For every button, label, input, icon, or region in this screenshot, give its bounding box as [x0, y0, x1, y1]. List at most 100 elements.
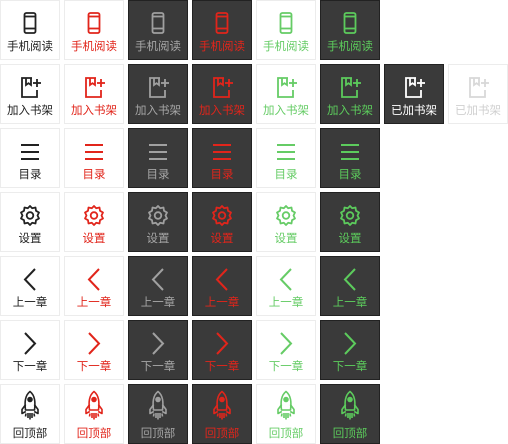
- chevron-right-icon: [81, 331, 107, 357]
- add-bookshelf-button-red-dark[interactable]: 加入书架: [192, 64, 252, 124]
- added-bookshelf-label: 已加书架: [455, 103, 501, 117]
- back-to-top-button-green-dark[interactable]: 回顶部: [320, 384, 380, 444]
- back-to-top-label: 回顶部: [140, 426, 176, 440]
- add-bookshelf-button-green[interactable]: 加入书架: [256, 64, 316, 124]
- catalog-label: 目录: [210, 167, 234, 181]
- phone-read-label: 手机阅读: [135, 39, 181, 53]
- prev-chapter-button-green[interactable]: 上一章: [256, 256, 316, 316]
- prev-chapter-label: 上一章: [268, 295, 304, 309]
- add-bookshelf-button-gray-dark[interactable]: 加入书架: [128, 64, 188, 124]
- back-to-top-label: 回顶部: [12, 426, 48, 440]
- phone-read-button-red[interactable]: 手机阅读: [64, 0, 124, 60]
- next-chapter-button-green-dark[interactable]: 下一章: [320, 320, 380, 380]
- next-chapter-label: 下一章: [268, 359, 304, 373]
- next-chapter-label: 下一章: [204, 359, 240, 373]
- next-chapter-button-green[interactable]: 下一章: [256, 320, 316, 380]
- settings-button-green[interactable]: 设置: [256, 192, 316, 252]
- gear-icon: [17, 203, 43, 229]
- chevron-right-icon: [17, 331, 43, 357]
- phone-read-label: 手机阅读: [199, 39, 245, 53]
- chevron-left-icon: [273, 267, 299, 293]
- catalog-button-black[interactable]: 目录: [0, 128, 60, 188]
- back-to-top-button-black[interactable]: 回顶部: [0, 384, 60, 444]
- prev-chapter-button-gray-dark[interactable]: 上一章: [128, 256, 188, 316]
- catalog-button-red[interactable]: 目录: [64, 128, 124, 188]
- back-to-top-button-gray-dark[interactable]: 回顶部: [128, 384, 188, 444]
- rocket-icon: [273, 390, 299, 422]
- gear-icon: [273, 203, 299, 229]
- add-bookshelf-icon: [81, 75, 107, 101]
- back-to-top-label: 回顶部: [76, 426, 112, 440]
- added-bookshelf-button-disabled: 已加书架: [448, 64, 508, 124]
- catalog-label: 目录: [18, 167, 42, 181]
- add-bookshelf-label: 加入书架: [71, 103, 117, 117]
- prev-chapter-button-green-dark[interactable]: 上一章: [320, 256, 380, 316]
- catalog-button-green-dark[interactable]: 目录: [320, 128, 380, 188]
- back-to-top-button-red[interactable]: 回顶部: [64, 384, 124, 444]
- phone-read-button-green-dark[interactable]: 手机阅读: [320, 0, 380, 60]
- phone-read-button-green[interactable]: 手机阅读: [256, 0, 316, 60]
- add-bookshelf-button-black[interactable]: 加入书架: [0, 64, 60, 124]
- chevron-left-icon: [145, 267, 171, 293]
- gear-icon: [145, 203, 171, 229]
- settings-label: 设置: [274, 231, 298, 245]
- rocket-icon: [337, 390, 363, 422]
- rocket-icon: [81, 390, 107, 422]
- settings-button-black[interactable]: 设置: [0, 192, 60, 252]
- next-chapter-label: 下一章: [12, 359, 48, 373]
- back-to-top-button-green[interactable]: 回顶部: [256, 384, 316, 444]
- next-chapter-label: 下一章: [140, 359, 176, 373]
- prev-chapter-label: 上一章: [12, 295, 48, 309]
- catalog-button-red-dark[interactable]: 目录: [192, 128, 252, 188]
- gear-icon: [209, 203, 235, 229]
- settings-button-red-dark[interactable]: 设置: [192, 192, 252, 252]
- menu-list-icon: [337, 139, 363, 165]
- menu-list-icon: [17, 139, 43, 165]
- catalog-button-gray-dark[interactable]: 目录: [128, 128, 188, 188]
- settings-button-green-dark[interactable]: 设置: [320, 192, 380, 252]
- add-bookshelf-label: 加入书架: [135, 103, 181, 117]
- phone-read-label: 手机阅读: [327, 39, 373, 53]
- next-chapter-button-red[interactable]: 下一章: [64, 320, 124, 380]
- prev-chapter-label: 上一章: [76, 295, 112, 309]
- phone-read-button-red-dark[interactable]: 手机阅读: [192, 0, 252, 60]
- phone-icon: [145, 11, 171, 37]
- prev-chapter-label: 上一章: [140, 295, 176, 309]
- catalog-label: 目录: [338, 167, 362, 181]
- add-bookshelf-button-green-dark[interactable]: 加入书架: [320, 64, 380, 124]
- chevron-left-icon: [81, 267, 107, 293]
- prev-chapter-button-black[interactable]: 上一章: [0, 256, 60, 316]
- added-bookshelf-label: 已加书架: [391, 103, 437, 117]
- phone-read-button-black[interactable]: 手机阅读: [0, 0, 60, 60]
- catalog-button-green[interactable]: 目录: [256, 128, 316, 188]
- menu-list-icon: [209, 139, 235, 165]
- next-chapter-label: 下一章: [332, 359, 368, 373]
- phone-read-label: 手机阅读: [263, 39, 309, 53]
- chevron-right-icon: [145, 331, 171, 357]
- menu-list-icon: [145, 139, 171, 165]
- next-chapter-button-black[interactable]: 下一章: [0, 320, 60, 380]
- add-bookshelf-icon: [17, 75, 43, 101]
- back-to-top-button-red-dark[interactable]: 回顶部: [192, 384, 252, 444]
- phone-read-button-gray-dark[interactable]: 手机阅读: [128, 0, 188, 60]
- added-bookshelf-icon: [401, 75, 427, 101]
- add-bookshelf-label: 加入书架: [263, 103, 309, 117]
- added-bookshelf-button-dark[interactable]: 已加书架: [384, 64, 444, 124]
- add-bookshelf-label: 加入书架: [327, 103, 373, 117]
- back-to-top-label: 回顶部: [268, 426, 304, 440]
- chevron-right-icon: [209, 331, 235, 357]
- next-chapter-button-gray-dark[interactable]: 下一章: [128, 320, 188, 380]
- prev-chapter-button-red[interactable]: 上一章: [64, 256, 124, 316]
- icon-sprite-sheet: { "colors": { "black": "#222222", "red":…: [0, 0, 508, 444]
- prev-chapter-button-red-dark[interactable]: 上一章: [192, 256, 252, 316]
- add-bookshelf-button-red[interactable]: 加入书架: [64, 64, 124, 124]
- phone-icon: [81, 11, 107, 37]
- prev-chapter-label: 上一章: [332, 295, 368, 309]
- settings-button-gray-dark[interactable]: 设置: [128, 192, 188, 252]
- add-bookshelf-icon: [337, 75, 363, 101]
- settings-button-red[interactable]: 设置: [64, 192, 124, 252]
- next-chapter-button-red-dark[interactable]: 下一章: [192, 320, 252, 380]
- gear-icon: [337, 203, 363, 229]
- added-bookshelf-icon: [465, 75, 491, 101]
- back-to-top-label: 回顶部: [332, 426, 368, 440]
